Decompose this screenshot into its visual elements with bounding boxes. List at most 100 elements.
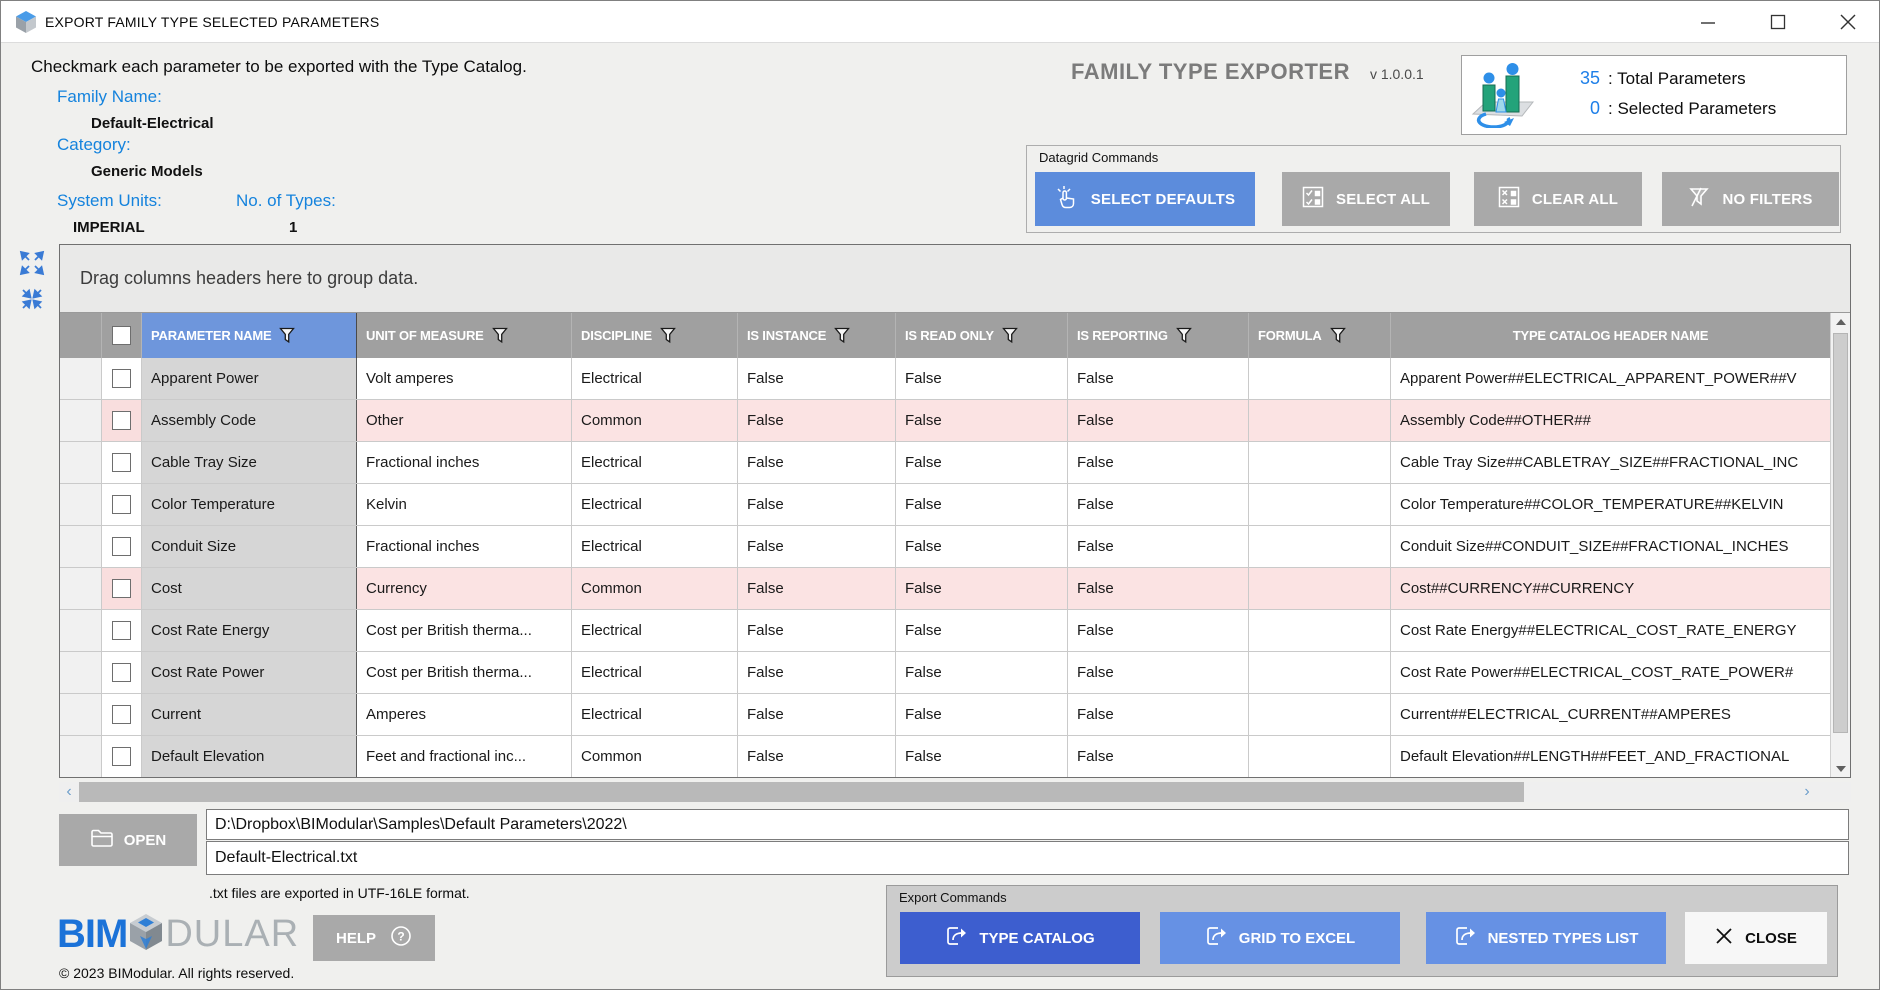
horizontal-scroll-thumb[interactable] [79, 782, 1524, 802]
table-row[interactable]: Conduit SizeFractional inchesElectricalF… [60, 526, 1830, 568]
row-checkbox[interactable] [112, 537, 131, 556]
file-name-field[interactable]: Default-Electrical.txt [206, 841, 1849, 875]
is-reporting-cell: False [1068, 610, 1249, 651]
close-window-button[interactable] [1831, 5, 1865, 39]
header-is-read-only[interactable]: IS READ ONLY [896, 313, 1068, 358]
vertical-scrollbar[interactable] [1830, 313, 1850, 777]
horizontal-scrollbar[interactable]: ‹ › [59, 782, 1851, 802]
encoding-note: .txt files are exported in UTF-16LE form… [209, 885, 470, 901]
export-icon [945, 925, 967, 951]
row-checkbox[interactable] [112, 621, 131, 640]
formula-cell [1249, 568, 1391, 609]
maximize-button[interactable] [1761, 5, 1795, 39]
checkbox-cell [102, 484, 142, 525]
expand-grid-icon[interactable] [18, 249, 46, 277]
header-discipline[interactable]: DISCIPLINE [572, 313, 738, 358]
nested-types-list-button[interactable]: NESTED TYPES LIST [1426, 912, 1666, 964]
scroll-up-icon[interactable] [1831, 313, 1850, 330]
header-unit-of-measure[interactable]: UNIT OF MEASURE [357, 313, 572, 358]
row-checkbox[interactable] [112, 495, 131, 514]
logo-text-bim: BIM [57, 912, 127, 957]
table-row[interactable]: Cable Tray SizeFractional inchesElectric… [60, 442, 1830, 484]
is-read-only-cell: False [896, 400, 1068, 441]
scroll-left-icon[interactable]: ‹ [59, 782, 79, 802]
export-parameters-window: EXPORT FAMILY TYPE SELECTED PARAMETERS C… [0, 0, 1880, 990]
scroll-right-icon[interactable]: › [1797, 782, 1817, 802]
parameter-name-cell: Conduit Size [142, 526, 357, 567]
scroll-down-icon[interactable] [1831, 760, 1850, 777]
total-parameters-label: : Total Parameters [1608, 69, 1746, 89]
row-checkbox[interactable] [112, 663, 131, 682]
type-catalog-button[interactable]: TYPE CATALOG [900, 912, 1140, 964]
row-checkbox[interactable] [112, 411, 131, 430]
table-row[interactable]: Color TemperatureKelvinElectricalFalseFa… [60, 484, 1830, 526]
unit-of-measure-cell: Amperes [357, 694, 572, 735]
grid-to-excel-button[interactable]: GRID TO EXCEL [1160, 912, 1400, 964]
export-icon [1454, 925, 1476, 951]
help-button[interactable]: HELP ? [313, 915, 435, 961]
table-row[interactable]: Assembly CodeOtherCommonFalseFalseFalseA… [60, 400, 1830, 442]
select-all-button[interactable]: SELECT ALL [1282, 172, 1450, 226]
row-checkbox[interactable] [112, 369, 131, 388]
is-read-only-cell: False [896, 358, 1068, 399]
select-defaults-label: SELECT DEFAULTS [1091, 191, 1235, 208]
clear-all-button[interactable]: CLEAR ALL [1474, 172, 1642, 226]
header-formula[interactable]: FORMULA [1249, 313, 1391, 358]
row-indicator-cell [60, 652, 102, 693]
app-title: FAMILY TYPE EXPORTER [1071, 59, 1350, 85]
export-icon [1205, 925, 1227, 951]
discipline-cell: Electrical [572, 442, 738, 483]
question-mark-icon: ? [390, 925, 412, 951]
export-commands-title: Export Commands [899, 890, 1007, 905]
group-by-area[interactable]: Drag columns headers here to group data. [60, 245, 1850, 313]
header-parameter-name[interactable]: PARAMETER NAME [142, 313, 357, 358]
row-indicator-cell [60, 442, 102, 483]
header-is-reporting[interactable]: IS REPORTING [1068, 313, 1249, 358]
vertical-scroll-thumb[interactable] [1833, 333, 1848, 733]
header-is-instance[interactable]: IS INSTANCE [738, 313, 896, 358]
row-indicator-cell [60, 736, 102, 777]
header-type-catalog-header-name[interactable]: TYPE CATALOG HEADER NAME [1391, 313, 1830, 358]
no-filters-button[interactable]: NO FILTERS [1662, 172, 1839, 226]
table-row[interactable]: CostCurrencyCommonFalseFalseFalseCost##C… [60, 568, 1830, 610]
family-name-value: Default-Electrical [91, 115, 214, 132]
unit-of-measure-cell: Kelvin [357, 484, 572, 525]
folder-path-field[interactable]: D:\Dropbox\BIModular\Samples\Default Par… [206, 809, 1849, 840]
collapse-grid-icon[interactable] [18, 285, 46, 313]
parameter-name-cell: Assembly Code [142, 400, 357, 441]
close-button[interactable]: CLOSE [1685, 912, 1827, 964]
minimize-button[interactable] [1691, 5, 1725, 39]
is-instance-cell: False [738, 400, 896, 441]
is-instance-cell: False [738, 526, 896, 567]
types-count-value: 1 [289, 219, 297, 236]
table-row[interactable]: Default ElevationFeet and fractional inc… [60, 736, 1830, 777]
row-indicator-cell [60, 400, 102, 441]
row-checkbox[interactable] [112, 705, 131, 724]
select-all-checkbox[interactable] [112, 326, 131, 345]
filter-icon [492, 327, 508, 344]
is-read-only-cell: False [896, 694, 1068, 735]
nested-types-list-label: NESTED TYPES LIST [1488, 930, 1639, 947]
table-row[interactable]: Apparent PowerVolt amperesElectricalFals… [60, 358, 1830, 400]
datagrid-commands-title: Datagrid Commands [1039, 150, 1158, 165]
is-read-only-cell: False [896, 526, 1068, 567]
type-catalog-header-cell: Current##ELECTRICAL_CURRENT##AMPERES [1391, 694, 1830, 735]
row-checkbox[interactable] [112, 747, 131, 766]
types-count-label: No. of Types: [236, 191, 336, 211]
open-button[interactable]: OPEN [59, 814, 197, 866]
is-instance-cell: False [738, 442, 896, 483]
table-row[interactable]: Cost Rate PowerCost per British therma..… [60, 652, 1830, 694]
row-checkbox[interactable] [112, 453, 131, 472]
is-reporting-cell: False [1068, 526, 1249, 567]
row-checkbox[interactable] [112, 579, 131, 598]
instruction-text: Checkmark each parameter to be exported … [31, 57, 527, 77]
type-catalog-header-cell: Cost##CURRENCY##CURRENCY [1391, 568, 1830, 609]
table-row[interactable]: Cost Rate EnergyCost per British therma.… [60, 610, 1830, 652]
select-defaults-button[interactable]: SELECT DEFAULTS [1035, 172, 1255, 226]
table-row[interactable]: CurrentAmperesElectricalFalseFalseFalseC… [60, 694, 1830, 736]
unit-of-measure-cell: Currency [357, 568, 572, 609]
parameter-name-cell: Color Temperature [142, 484, 357, 525]
discipline-cell: Electrical [572, 652, 738, 693]
checkbox-cell [102, 526, 142, 567]
checklist-icon [1302, 186, 1324, 212]
